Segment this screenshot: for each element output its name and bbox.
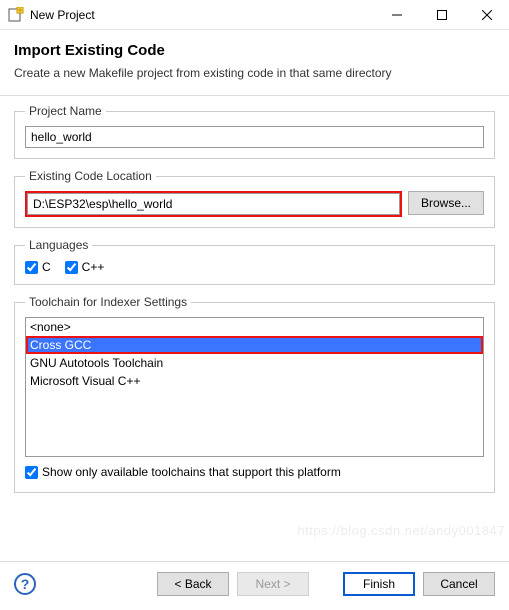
project-name-legend: Project Name <box>25 104 106 118</box>
show-only-label: Show only available toolchains that supp… <box>42 465 341 479</box>
toolchain-group: Toolchain for Indexer Settings <none>Cro… <box>14 295 495 493</box>
project-name-group: Project Name <box>14 104 495 159</box>
window-title: New Project <box>30 8 374 22</box>
project-name-input[interactable] <box>25 126 484 148</box>
browse-button[interactable]: Browse... <box>408 191 484 215</box>
finish-button[interactable]: Finish <box>343 572 415 596</box>
wizard-body: Project Name Existing Code Location Brow… <box>0 96 509 507</box>
toolchain-list[interactable]: <none>Cross GCCGNU Autotools ToolchainMi… <box>25 317 484 457</box>
close-button[interactable] <box>464 0 509 30</box>
back-button[interactable]: < Back <box>157 572 229 596</box>
maximize-button[interactable] <box>419 0 464 30</box>
language-checkbox[interactable] <box>25 261 38 274</box>
page-description: Create a new Makefile project from exist… <box>14 65 495 81</box>
page-title: Import Existing Code <box>14 42 495 59</box>
help-icon[interactable]: ? <box>14 573 36 595</box>
language-checkbox-row[interactable]: C++ <box>65 260 105 274</box>
show-only-checkbox[interactable] <box>25 466 38 479</box>
code-location-input[interactable] <box>27 193 400 215</box>
minimize-button[interactable] <box>374 0 419 30</box>
app-new-icon <box>8 7 24 23</box>
language-label: C++ <box>82 260 105 274</box>
cancel-button[interactable]: Cancel <box>423 572 495 596</box>
language-label: C <box>42 260 51 274</box>
wizard-header: Import Existing Code Create a new Makefi… <box>0 30 509 96</box>
code-location-group: Existing Code Location Browse... <box>14 169 495 228</box>
wizard-footer: ? < Back Next > Finish Cancel <box>0 561 509 610</box>
toolchain-item[interactable]: Microsoft Visual C++ <box>26 372 483 390</box>
languages-legend: Languages <box>25 238 92 252</box>
code-location-highlight <box>25 191 402 217</box>
language-checkbox-row[interactable]: C <box>25 260 51 274</box>
toolchain-item[interactable]: GNU Autotools Toolchain <box>26 354 483 372</box>
languages-group: Languages C C++ <box>14 238 495 285</box>
toolchain-item[interactable]: <none> <box>26 318 483 336</box>
language-checkbox[interactable] <box>65 261 78 274</box>
code-location-legend: Existing Code Location <box>25 169 156 183</box>
show-only-checkbox-row[interactable]: Show only available toolchains that supp… <box>25 465 341 479</box>
toolchain-legend: Toolchain for Indexer Settings <box>25 295 191 309</box>
watermark-text: https://blog.csdn.net/andy001847 <box>297 523 505 538</box>
titlebar: New Project <box>0 0 509 30</box>
toolchain-item[interactable]: Cross GCC <box>26 336 483 354</box>
next-button: Next > <box>237 572 309 596</box>
